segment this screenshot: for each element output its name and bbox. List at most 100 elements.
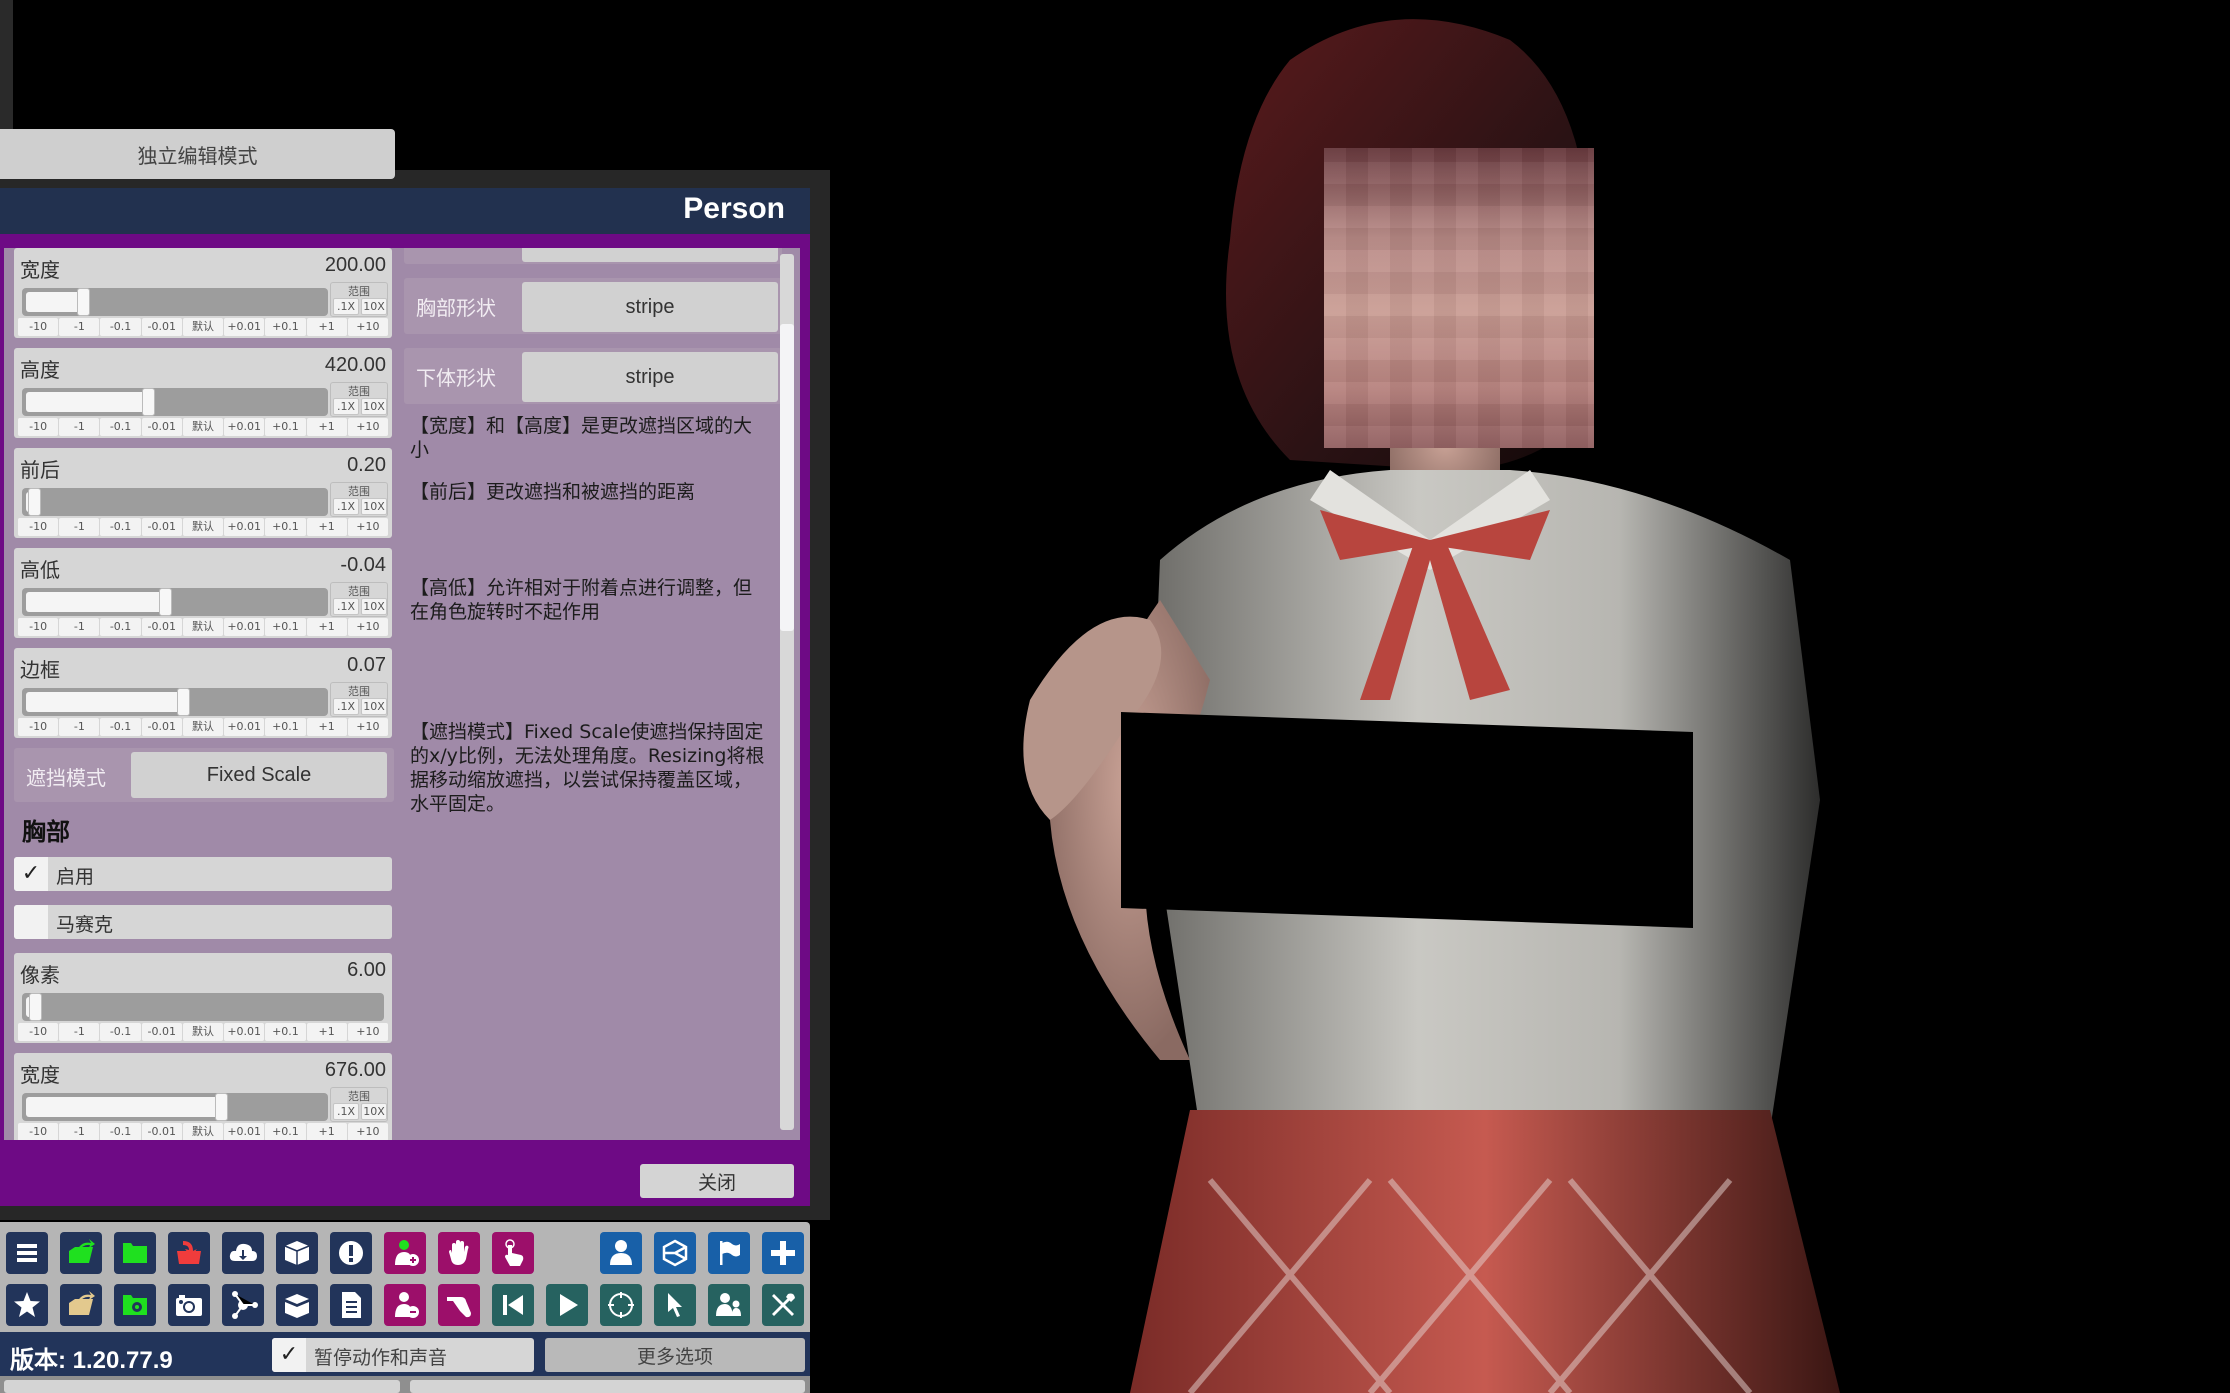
- standalone-edit-mode-button[interactable]: 独立编辑模式: [0, 129, 395, 179]
- chest-mosaic-toggle[interactable]: 马赛克: [14, 905, 392, 939]
- step-button[interactable]: +10: [347, 1123, 388, 1140]
- star-button[interactable]: [6, 1284, 48, 1326]
- range-0.1x-button[interactable]: .1X: [333, 1103, 359, 1120]
- open-folder-tan-button[interactable]: [60, 1284, 102, 1326]
- step-button[interactable]: +0.01: [224, 1023, 265, 1041]
- shape-dropdown[interactable]: stripe: [522, 352, 778, 402]
- step-button[interactable]: 默认: [182, 1123, 224, 1140]
- step-button[interactable]: 默认: [182, 418, 224, 436]
- step-button[interactable]: -0.1: [100, 1023, 141, 1041]
- step-button[interactable]: 默认: [182, 1023, 224, 1041]
- step-button[interactable]: +0.1: [265, 518, 306, 536]
- step-button[interactable]: -0.01: [141, 418, 182, 436]
- bottom-button-right[interactable]: [410, 1380, 805, 1393]
- step-button[interactable]: +0.1: [265, 318, 306, 336]
- slider-track[interactable]: [22, 1093, 328, 1121]
- slider-track[interactable]: [22, 288, 328, 316]
- step-button[interactable]: +0.1: [265, 418, 306, 436]
- slider-track[interactable]: [22, 588, 328, 616]
- slider-thumb[interactable]: [29, 993, 42, 1021]
- folder-settings-button[interactable]: [114, 1284, 156, 1326]
- slider-thumb[interactable]: [28, 488, 41, 516]
- slider-track[interactable]: [22, 488, 328, 516]
- scene-viewport[interactable]: [830, 0, 2230, 1393]
- menu-button[interactable]: [6, 1232, 48, 1274]
- step-button[interactable]: +0.01: [224, 518, 265, 536]
- step-button[interactable]: -1: [59, 618, 100, 636]
- slider-track[interactable]: [22, 993, 384, 1021]
- step-button[interactable]: +1: [306, 318, 347, 336]
- camera-button[interactable]: [168, 1284, 210, 1326]
- step-button[interactable]: +10: [347, 718, 388, 736]
- shape-dropdown[interactable]: stripe: [522, 282, 778, 332]
- step-button[interactable]: +0.01: [224, 718, 265, 736]
- flag-button[interactable]: [708, 1232, 750, 1274]
- step-button[interactable]: +10: [347, 618, 388, 636]
- range-10x-button[interactable]: 10X: [361, 298, 387, 315]
- step-button[interactable]: -0.1: [100, 318, 141, 336]
- step-button[interactable]: -10: [18, 1023, 59, 1041]
- network-button[interactable]: [222, 1284, 264, 1326]
- step-button[interactable]: +0.1: [265, 1123, 306, 1140]
- open-box-button[interactable]: [276, 1284, 318, 1326]
- slider-track[interactable]: [22, 388, 328, 416]
- group-button[interactable]: [708, 1284, 750, 1326]
- unity-logo-button[interactable]: [654, 1232, 696, 1274]
- checkmark-icon[interactable]: ✓: [272, 1338, 306, 1372]
- range-0.1x-button[interactable]: .1X: [333, 498, 359, 515]
- remove-person-button[interactable]: [384, 1284, 426, 1326]
- step-button[interactable]: +10: [347, 418, 388, 436]
- step-button[interactable]: -0.01: [141, 518, 182, 536]
- step-button[interactable]: +10: [347, 1023, 388, 1041]
- close-button[interactable]: 关闭: [640, 1164, 794, 1198]
- step-button[interactable]: -0.01: [141, 618, 182, 636]
- pointer-hand-button[interactable]: [492, 1232, 534, 1274]
- step-button[interactable]: +0.1: [265, 1023, 306, 1041]
- grab-hand-button[interactable]: [438, 1284, 480, 1326]
- range-10x-button[interactable]: 10X: [361, 1103, 387, 1120]
- step-button[interactable]: -1: [59, 518, 100, 536]
- step-button[interactable]: -1: [59, 318, 100, 336]
- tools-button[interactable]: [762, 1284, 804, 1326]
- step-button[interactable]: 默认: [182, 318, 224, 336]
- hand-button[interactable]: [438, 1232, 480, 1274]
- pause-actions-toggle[interactable]: ✓ 暂停动作和声音: [272, 1338, 534, 1372]
- step-button[interactable]: -1: [59, 1023, 100, 1041]
- mask-mode-button[interactable]: Fixed Scale: [131, 752, 387, 798]
- chest-enable-toggle[interactable]: ✓ 启用: [14, 857, 392, 891]
- checkmark-icon[interactable]: ✓: [14, 857, 48, 891]
- slider-thumb[interactable]: [142, 388, 155, 416]
- shape-dropdown[interactable]: circle: [522, 248, 778, 262]
- range-0.1x-button[interactable]: .1X: [333, 598, 359, 615]
- slider-thumb[interactable]: [159, 588, 172, 616]
- step-button[interactable]: -10: [18, 518, 59, 536]
- step-button[interactable]: 默认: [182, 518, 224, 536]
- step-button[interactable]: -10: [18, 418, 59, 436]
- slider-thumb[interactable]: [215, 1093, 228, 1121]
- slider-thumb[interactable]: [177, 688, 190, 716]
- checkbox-empty[interactable]: [14, 905, 48, 939]
- step-button[interactable]: +1: [306, 1023, 347, 1041]
- step-button[interactable]: -0.01: [141, 1023, 182, 1041]
- range-10x-button[interactable]: 10X: [361, 398, 387, 415]
- step-button[interactable]: +1: [306, 1123, 347, 1140]
- step-button[interactable]: -1: [59, 718, 100, 736]
- step-button[interactable]: -0.1: [100, 1123, 141, 1140]
- step-button[interactable]: +10: [347, 318, 388, 336]
- range-0.1x-button[interactable]: .1X: [333, 698, 359, 715]
- plus-button[interactable]: [762, 1232, 804, 1274]
- range-0.1x-button[interactable]: .1X: [333, 398, 359, 415]
- crosshair-button[interactable]: [600, 1284, 642, 1326]
- range-10x-button[interactable]: 10X: [361, 498, 387, 515]
- range-10x-button[interactable]: 10X: [361, 698, 387, 715]
- cursor-button[interactable]: [654, 1284, 696, 1326]
- step-button[interactable]: -0.1: [100, 518, 141, 536]
- alert-button[interactable]: [330, 1232, 372, 1274]
- open-folder-green-button[interactable]: [60, 1232, 102, 1274]
- step-button[interactable]: +1: [306, 418, 347, 436]
- step-button[interactable]: -1: [59, 418, 100, 436]
- step-button[interactable]: -10: [18, 618, 59, 636]
- step-button[interactable]: +0.01: [224, 1123, 265, 1140]
- step-button[interactable]: -0.1: [100, 718, 141, 736]
- person-button[interactable]: [600, 1232, 642, 1274]
